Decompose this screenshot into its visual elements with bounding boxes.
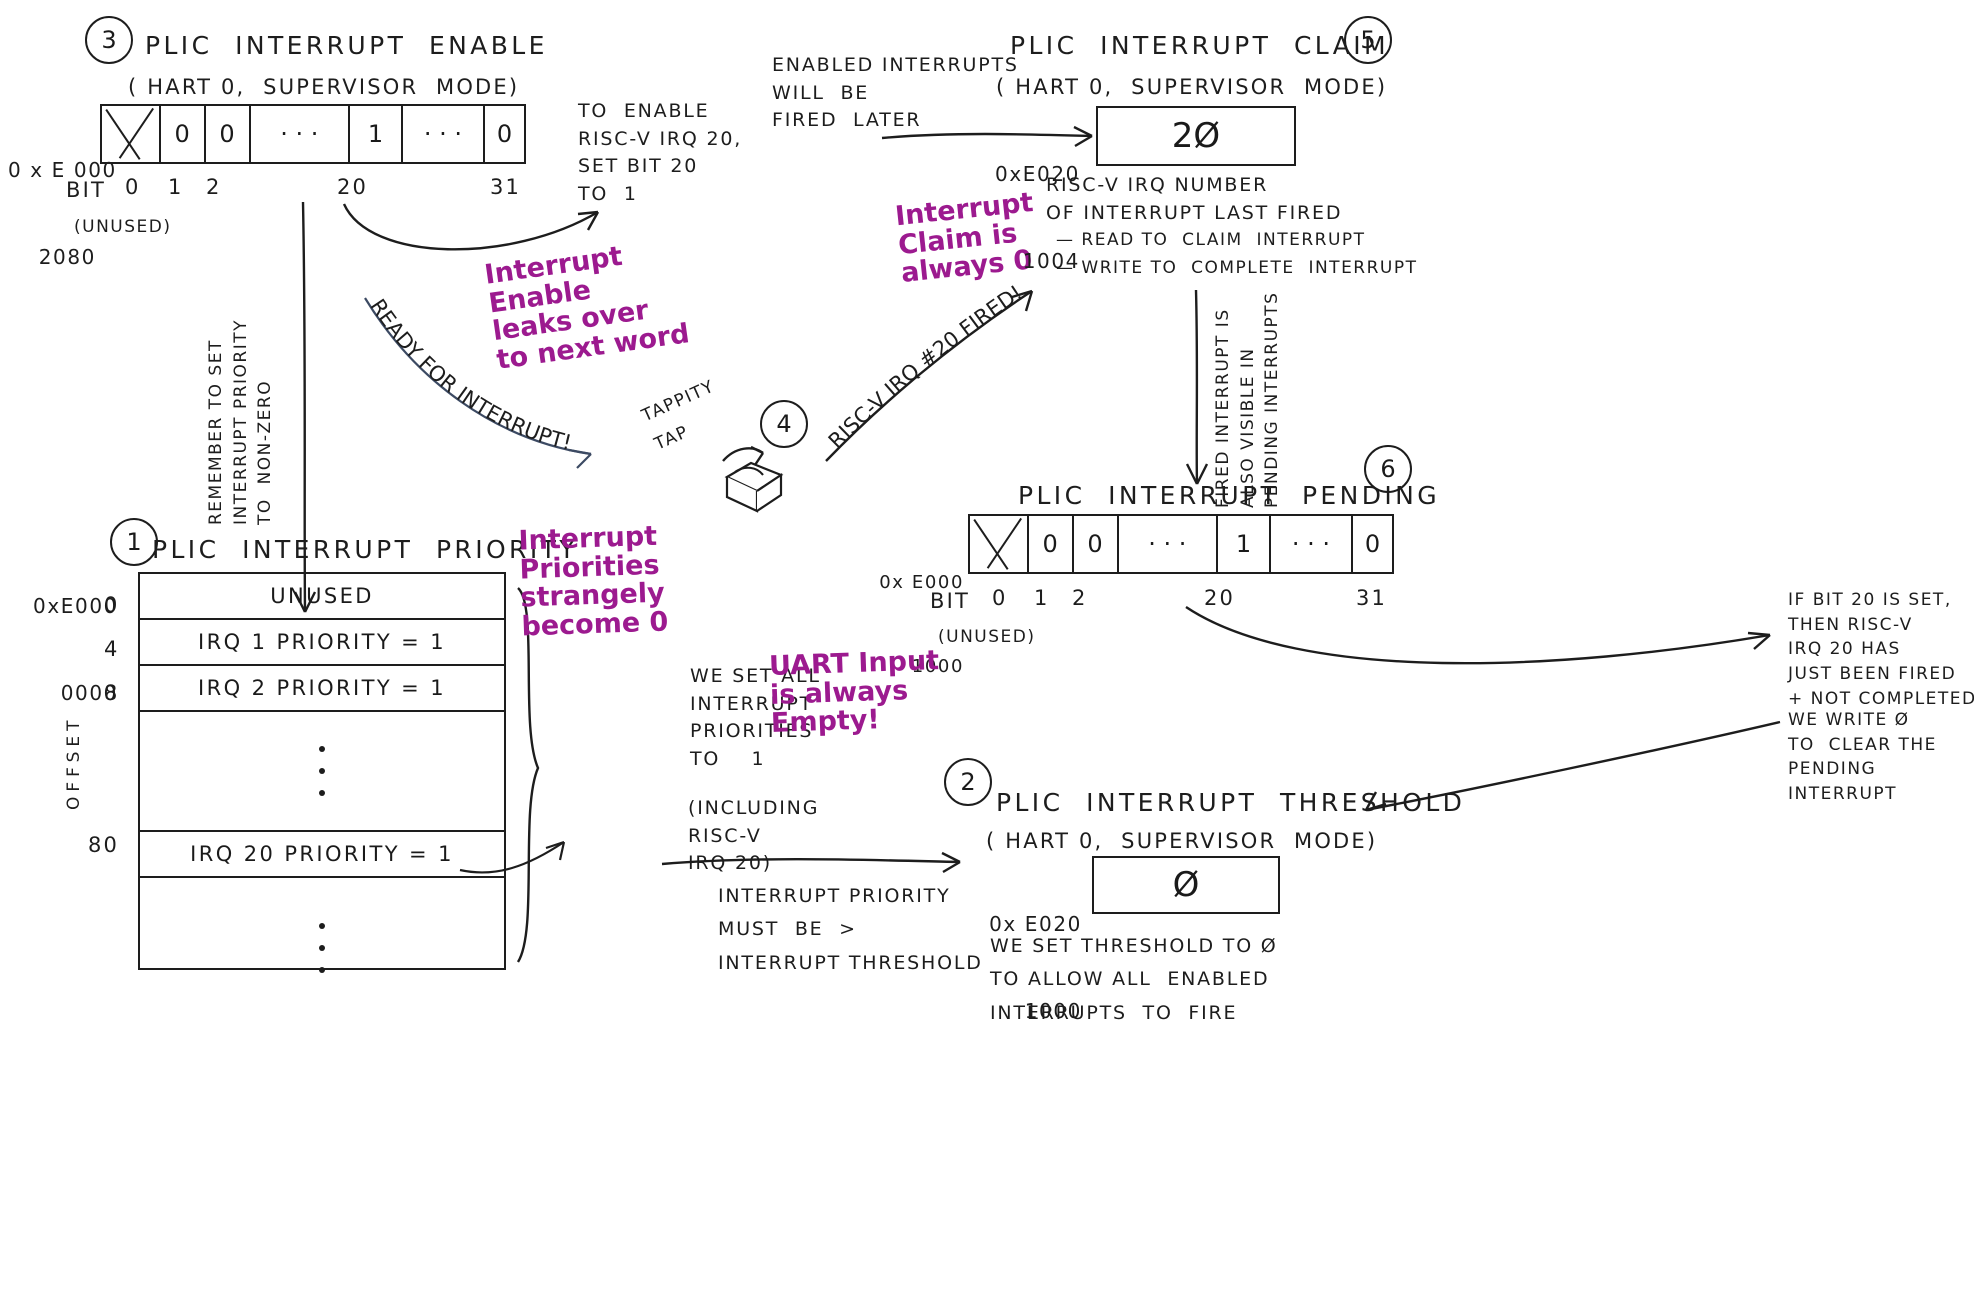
interrupt-pending-tick-1: 1 [1034, 586, 1050, 610]
arc-irq-fired: RISC-V IRQ #20 FIRED! [824, 281, 1034, 462]
fired-also-pending-note: FIRED INTERRUPT IS ALSO VISIBLE IN PENDI… [1213, 291, 1283, 508]
enable-bit-20: 1 [350, 106, 403, 162]
priority-offset-4: 4 [104, 637, 120, 661]
interrupt-threshold-value-box: Ø [1092, 856, 1280, 914]
interrupt-priority-address: 0xE000 0000 [10, 534, 118, 737]
enable-bit-1: 0 [206, 106, 251, 162]
interrupt-enable-bitfield: 0 0 · · · 1 · · · 0 [100, 104, 526, 164]
pending-bit-gap-a: · · · [1119, 516, 1219, 572]
arrow-bit20-to-set-note [1185, 606, 1771, 665]
step-badge-2: 2 [944, 758, 992, 806]
priority-brace [516, 587, 540, 963]
pending-bit-1: 0 [1074, 516, 1119, 572]
interrupt-enable-address-line2: 2080 [38, 245, 96, 269]
interrupt-enable-tick-0: 0 [125, 175, 141, 199]
priority-rows-ellipsis-bottom [140, 878, 504, 1018]
priority-rows-ellipsis-top [140, 712, 504, 832]
enable-bit-gap-b: · · · [403, 106, 485, 162]
interrupt-claim-value-box: 2Ø [1096, 106, 1296, 166]
svg-text:RISC-V IRQ #20 FIRED!: RISC-V IRQ #20 FIRED! [824, 281, 1027, 454]
priority-offset-0: 0 [104, 593, 120, 617]
interrupt-threshold-note: WE SET THRESHOLD TO Ø TO ALLOW ALL ENABL… [990, 935, 1278, 1024]
step-badge-2-label: 2 [960, 768, 976, 796]
interrupt-priority-title: PLIC INTERRUPT PRIORITY [152, 535, 578, 564]
interrupt-enable-bit-label: BIT [66, 178, 107, 202]
interrupt-pending-bitfield: 0 0 · · · 1 · · · 0 [968, 514, 1394, 574]
interrupt-pending-tick-0: 0 [992, 586, 1008, 610]
interrupt-pending-tick-2: 2 [1072, 586, 1088, 610]
remember-priority-note: REMEMBER TO SET INTERRUPT PRIORITY TO NO… [206, 318, 276, 525]
arc-irq-fired-text: RISC-V IRQ #20 FIRED! [824, 281, 1027, 454]
pending-bit-31: 0 [1364, 530, 1381, 558]
step-badge-3: 3 [85, 16, 133, 64]
interrupt-claim-bullet-write: — WRITE TO COMPLETE INTERRUPT [1056, 258, 1418, 278]
interrupt-priority-address-line2: 0000 [60, 681, 118, 705]
arc-ready-for-interrupt: READY FOR INTERRUPT! [364, 295, 592, 469]
interrupt-threshold-value: Ø [1172, 865, 1200, 905]
priority-row-irq2: IRQ 2 PRIORITY = 1 [140, 666, 504, 712]
interrupt-pending-title: PLIC INTERRUPT PENDING [1018, 481, 1441, 510]
step-badge-1-label: 1 [126, 528, 142, 556]
priority-offset-8: 8 [104, 681, 120, 705]
pending-bit-gap-b: · · · [1271, 516, 1353, 572]
pending-bit-0: 0 [1029, 516, 1074, 572]
priority-row-irq1: IRQ 1 PRIORITY = 1 [140, 620, 504, 666]
annotation-uart-empty: UART Input is always Empty! [768, 645, 940, 740]
arc-ready-text: READY FOR INTERRUPT! [365, 295, 573, 455]
interrupt-priority-table: UNUSED IRQ 1 PRIORITY = 1 IRQ 2 PRIORITY… [138, 572, 506, 973]
priority-row-unused: UNUSED [140, 574, 504, 620]
step-badge-4-label: 4 [776, 410, 792, 438]
interrupt-claim-value: 2Ø [1171, 116, 1221, 156]
interrupt-enable-title: PLIC INTERRUPT ENABLE [145, 31, 548, 60]
pending-bit-unused [970, 516, 1029, 572]
enable-bit-gap-a: · · · [251, 106, 351, 162]
priority-offset-80: 80 [88, 833, 120, 857]
interrupt-enable-unused-label: (UNUSED) [74, 217, 172, 237]
interrupt-threshold-title: PLIC INTERRUPT THRESHOLD [996, 788, 1466, 817]
priority-gt-threshold-note: INTERRUPT PRIORITY MUST BE > INTERRUPT T… [718, 885, 983, 974]
interrupt-enable-tick-1: 1 [168, 175, 184, 199]
arrow-priority-to-threshold [661, 851, 961, 874]
interrupt-claim-bullet-read: — READ TO CLAIM INTERRUPT [1056, 230, 1366, 250]
interrupt-claim-note: RISC-V IRQ NUMBER OF INTERRUPT LAST FIRE… [1046, 174, 1343, 224]
interrupt-priority-address-line1: 0xE000 [33, 594, 118, 618]
step-badge-3-label: 3 [101, 26, 117, 54]
step-badge-4: 4 [760, 400, 808, 448]
interrupt-pending-bit-label: BIT [930, 589, 971, 613]
enable-bit-31: 0 [496, 120, 513, 148]
enable-bit-0: 0 [161, 106, 206, 162]
enable-bit-unused [102, 106, 161, 162]
interrupt-enable-tick-2: 2 [206, 175, 222, 199]
pending-bit20-set-note: IF BIT 20 IS SET, THEN RISC-V IRQ 20 HAS… [1788, 590, 1974, 709]
arrow-irq20-to-note [459, 840, 566, 874]
priority-row-irq20: IRQ 20 PRIORITY = 1 [140, 832, 504, 878]
interrupt-claim-subtitle: ( HART 0, SUPERVISOR MODE) [996, 75, 1388, 99]
interrupt-enable-subtitle: ( HART 0, SUPERVISOR MODE) [128, 75, 520, 99]
pending-bit-20: 1 [1218, 516, 1271, 572]
interrupt-priority-offset-label: OFFSET [64, 715, 84, 810]
interrupt-claim-title: PLIC INTERRUPT CLAIM [1010, 31, 1389, 60]
pending-write-clear-note: WE WRITE Ø TO CLEAR THE PENDING INTERRUP… [1788, 710, 1937, 804]
annotation-priorities-zero: Interrupt Priorities strangely become 0 [517, 520, 669, 643]
interrupt-pending-unused-label: (UNUSED) [938, 627, 1036, 647]
svg-text:READY FOR INTERRUPT!: READY FOR INTERRUPT! [365, 295, 573, 455]
